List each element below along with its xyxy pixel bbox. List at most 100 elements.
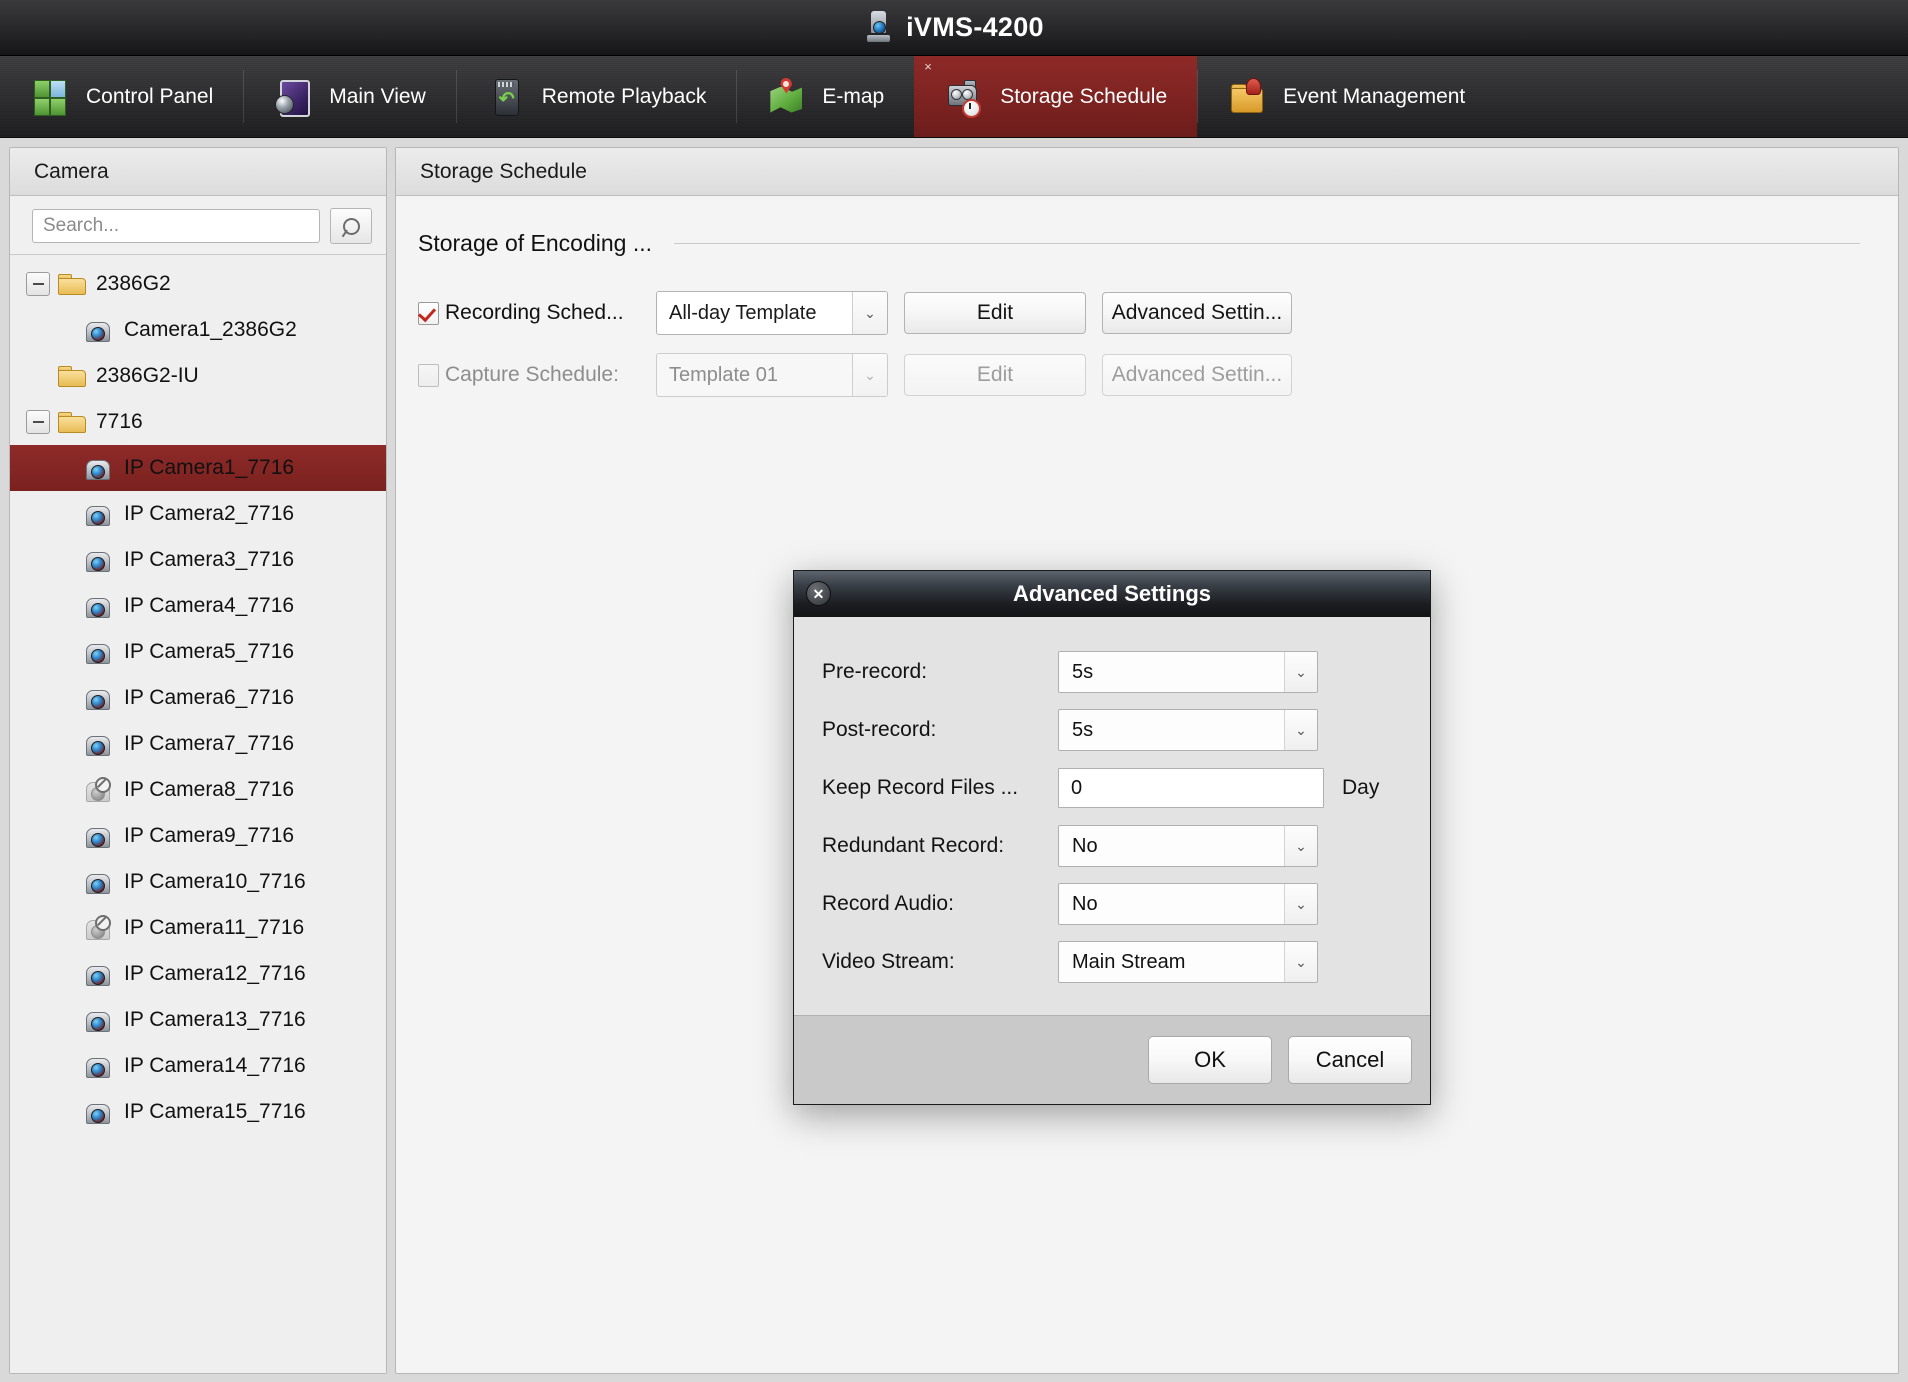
camera-icon bbox=[84, 825, 110, 847]
tree-node-label: IP Camera2_7716 bbox=[124, 502, 294, 526]
tree-camera-row[interactable]: Camera1_2386G2 bbox=[10, 307, 386, 353]
tree-camera-row[interactable]: IP Camera13_7716 bbox=[10, 997, 386, 1043]
dialog-field-label: Keep Record Files ... bbox=[822, 776, 1058, 800]
main-panel-body: Storage of Encoding ... Recording Sched.… bbox=[396, 196, 1898, 397]
search-icon bbox=[339, 214, 363, 238]
nav-item-main-view[interactable]: Main View bbox=[243, 56, 456, 137]
tree-node-label: IP Camera13_7716 bbox=[124, 1008, 306, 1032]
tree-node-label: IP Camera3_7716 bbox=[124, 548, 294, 572]
app-branding: iVMS-4200 bbox=[864, 11, 1044, 45]
chevron-down-icon[interactable]: ⌄ bbox=[1284, 884, 1317, 924]
tree-camera-row[interactable]: IP Camera8_7716 bbox=[10, 767, 386, 813]
camera-icon bbox=[84, 1009, 110, 1031]
capture-schedule-row: Capture Schedule: Template 01 ⌄ Edit Adv… bbox=[418, 353, 1898, 397]
dialog-field-row: Record Audio:No⌄ bbox=[794, 875, 1430, 933]
tree-camera-row[interactable]: IP Camera10_7716 bbox=[10, 859, 386, 905]
title-bar: iVMS-4200 bbox=[0, 0, 1908, 56]
tree-camera-row[interactable]: IP Camera9_7716 bbox=[10, 813, 386, 859]
dialog-field-select[interactable]: No⌄ bbox=[1058, 883, 1318, 925]
tree-node-label: Camera1_2386G2 bbox=[124, 318, 297, 342]
tree-camera-row[interactable]: IP Camera4_7716 bbox=[10, 583, 386, 629]
camera-icon bbox=[84, 733, 110, 755]
dialog-field-select[interactable]: Main Stream⌄ bbox=[1058, 941, 1318, 983]
tree-folder-row[interactable]: 2386G2 bbox=[10, 261, 386, 307]
chevron-down-icon[interactable]: ⌄ bbox=[852, 292, 887, 334]
nav-label-main-view: Main View bbox=[329, 85, 426, 109]
nav-item-event-management[interactable]: Event Management bbox=[1197, 56, 1495, 137]
tree-camera-row[interactable]: IP Camera12_7716 bbox=[10, 951, 386, 997]
recording-advanced-settings-button[interactable]: Advanced Settin... bbox=[1102, 292, 1292, 334]
dialog-field-value: No bbox=[1059, 826, 1284, 866]
encoding-group-title: Storage of Encoding ... bbox=[418, 230, 652, 257]
tree-node-label: IP Camera10_7716 bbox=[124, 870, 306, 894]
camera-icon bbox=[84, 457, 110, 479]
tree-expander-minus-icon[interactable] bbox=[26, 272, 50, 296]
search-input[interactable] bbox=[32, 209, 320, 243]
group-divider bbox=[674, 243, 1860, 244]
dialog-field-value: No bbox=[1059, 884, 1284, 924]
tree-camera-row[interactable]: IP Camera2_7716 bbox=[10, 491, 386, 537]
tree-camera-row[interactable]: IP Camera11_7716 bbox=[10, 905, 386, 951]
dialog-field-value: Main Stream bbox=[1059, 942, 1284, 982]
dialog-field-select[interactable]: 5s⌄ bbox=[1058, 651, 1318, 693]
camera-tree[interactable]: 2386G2 Camera1_2386G2 2386G2-IU 7716 IP Came… bbox=[10, 254, 386, 1373]
recording-template-select[interactable]: All-day Template ⌄ bbox=[656, 291, 888, 335]
nav-tab-close-icon[interactable]: × bbox=[924, 60, 932, 73]
dialog-field-value: 5s bbox=[1059, 710, 1284, 750]
close-icon[interactable]: ✕ bbox=[806, 581, 831, 606]
tree-node-label: IP Camera4_7716 bbox=[124, 594, 294, 618]
dialog-footer: OK Cancel bbox=[794, 1015, 1430, 1104]
tree-expander-minus-icon[interactable] bbox=[26, 410, 50, 434]
dialog-field-label: Post-record: bbox=[822, 718, 1058, 742]
dialog-field-label: Video Stream: bbox=[822, 950, 1058, 974]
tree-camera-row[interactable]: IP Camera7_7716 bbox=[10, 721, 386, 767]
tree-folder-row[interactable]: 7716 bbox=[10, 399, 386, 445]
tree-camera-row[interactable]: IP Camera1_7716 bbox=[10, 445, 386, 491]
dialog-field-select[interactable]: No⌄ bbox=[1058, 825, 1318, 867]
recording-edit-button[interactable]: Edit bbox=[904, 292, 1086, 334]
dialog-field-label: Redundant Record: bbox=[822, 834, 1058, 858]
camera-icon bbox=[84, 595, 110, 617]
tree-node-label: IP Camera1_7716 bbox=[124, 456, 294, 480]
search-button[interactable] bbox=[330, 208, 372, 244]
dialog-field-value: 5s bbox=[1059, 652, 1284, 692]
capture-schedule-checkbox bbox=[418, 364, 439, 387]
camera-logo-icon bbox=[864, 11, 894, 45]
chevron-down-icon[interactable]: ⌄ bbox=[1284, 826, 1317, 866]
control-panel-icon bbox=[30, 77, 70, 117]
tree-folder-row[interactable]: 2386G2-IU bbox=[10, 353, 386, 399]
chevron-down-icon[interactable]: ⌄ bbox=[1284, 942, 1317, 982]
tree-node-label: IP Camera9_7716 bbox=[124, 824, 294, 848]
recording-schedule-checkbox[interactable] bbox=[418, 302, 439, 325]
dialog-field-label: Record Audio: bbox=[822, 892, 1058, 916]
tree-node-label: 2386G2-IU bbox=[96, 364, 199, 388]
tree-camera-row[interactable]: IP Camera6_7716 bbox=[10, 675, 386, 721]
ok-button[interactable]: OK bbox=[1148, 1036, 1272, 1084]
tree-camera-row[interactable]: IP Camera15_7716 bbox=[10, 1089, 386, 1135]
nav-item-storage-schedule[interactable]: × Storage Schedule bbox=[914, 56, 1197, 137]
nav-item-emap[interactable]: E-map bbox=[736, 56, 914, 137]
tree-camera-row[interactable]: IP Camera3_7716 bbox=[10, 537, 386, 583]
nav-label-control-panel: Control Panel bbox=[86, 85, 213, 109]
capture-advanced-settings-button: Advanced Settin... bbox=[1102, 354, 1292, 396]
tree-camera-row[interactable]: IP Camera14_7716 bbox=[10, 1043, 386, 1089]
dialog-field-select[interactable]: 5s⌄ bbox=[1058, 709, 1318, 751]
cancel-button[interactable]: Cancel bbox=[1288, 1036, 1412, 1084]
tree-camera-row[interactable]: IP Camera5_7716 bbox=[10, 629, 386, 675]
folder-icon bbox=[58, 366, 84, 386]
dialog-field-row: Post-record:5s⌄ bbox=[794, 701, 1430, 759]
tree-node-label: IP Camera7_7716 bbox=[124, 732, 294, 756]
app-title: iVMS-4200 bbox=[906, 12, 1044, 43]
camera-icon bbox=[84, 1101, 110, 1123]
nav-item-control-panel[interactable]: Control Panel bbox=[0, 56, 243, 137]
nav-item-remote-playback[interactable]: ↶ Remote Playback bbox=[456, 56, 737, 137]
recording-schedule-row: Recording Sched... All-day Template ⌄ Ed… bbox=[418, 291, 1898, 335]
recording-schedule-checkbox-label[interactable]: Recording Sched... bbox=[418, 301, 640, 325]
tree-node-label: IP Camera8_7716 bbox=[124, 778, 294, 802]
camera-icon bbox=[84, 1055, 110, 1077]
dialog-field-input[interactable] bbox=[1058, 768, 1324, 808]
capture-edit-button: Edit bbox=[904, 354, 1086, 396]
chevron-down-icon[interactable]: ⌄ bbox=[1284, 710, 1317, 750]
chevron-down-icon[interactable]: ⌄ bbox=[1284, 652, 1317, 692]
sidebar-header: Camera bbox=[10, 148, 386, 196]
